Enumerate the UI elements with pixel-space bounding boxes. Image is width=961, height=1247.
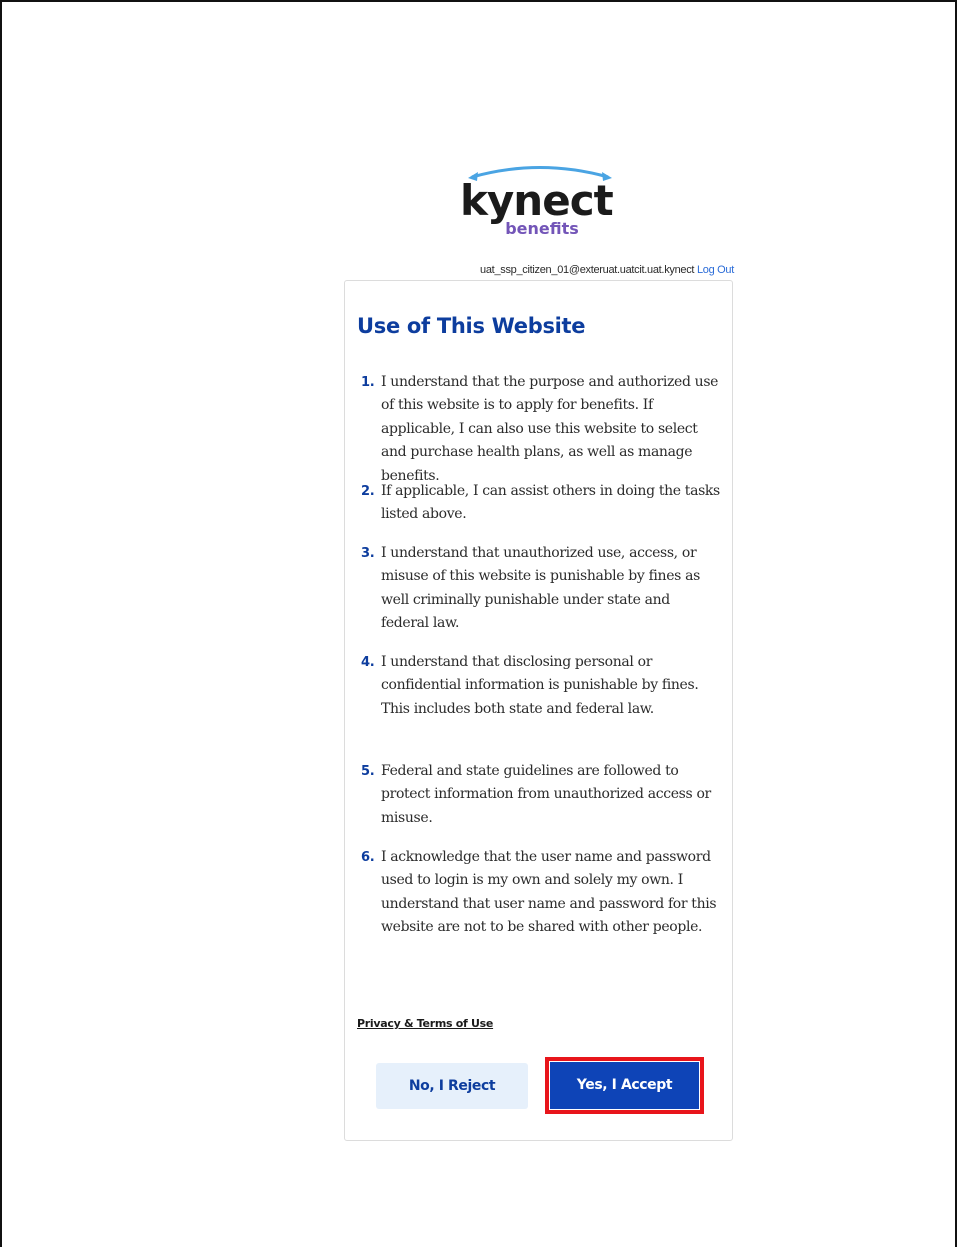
logo-wordmark: kynect (460, 176, 614, 225)
term-number: 4. (361, 655, 375, 670)
list-item: 1. I understand that the purpose and aut… (361, 371, 721, 484)
term-number: 6. (361, 850, 375, 865)
term-text: I understand that the purpose and author… (381, 374, 719, 484)
list-item: 2. If applicable, I can assist others in… (361, 480, 721, 542)
reject-button[interactable]: No, I Reject (376, 1063, 528, 1109)
term-number: 2. (361, 484, 375, 499)
terms-card: Use of This Website 1. I understand that… (344, 280, 733, 1141)
term-number: 3. (361, 546, 375, 561)
term-text: Federal and state guidelines are followe… (381, 763, 711, 826)
privacy-terms-link[interactable]: Privacy & Terms of Use (357, 1017, 493, 1030)
term-number: 5. (361, 764, 375, 779)
term-text: If applicable, I can assist others in do… (381, 483, 720, 523)
term-number: 1. (361, 375, 375, 390)
user-email: uat_ssp_citizen_01@exteruat.uatcit.uat.k… (480, 264, 695, 276)
list-item: 5. Federal and state guidelines are foll… (361, 760, 721, 846)
page-title: Use of This Website (357, 314, 586, 338)
accept-button[interactable]: Yes, I Accept (550, 1062, 699, 1109)
list-item: 6. I acknowledge that the user name and … (361, 846, 721, 940)
logo-subtitle: benefits (505, 219, 579, 238)
terms-list: 1. I understand that the purpose and aut… (361, 371, 721, 940)
user-bar: uat_ssp_citizen_01@exteruat.uatcit.uat.k… (340, 263, 734, 277)
kynect-logo: kynect benefits (448, 160, 628, 246)
list-item: 4. I understand that disclosing personal… (361, 651, 721, 760)
term-text: I understand that disclosing personal or… (381, 654, 699, 717)
logout-link[interactable]: Log Out (697, 264, 734, 276)
term-text: I understand that unauthorized use, acce… (381, 545, 700, 632)
term-text: I acknowledge that the user name and pas… (381, 849, 717, 936)
list-item: 3. I understand that unauthorized use, a… (361, 542, 721, 651)
